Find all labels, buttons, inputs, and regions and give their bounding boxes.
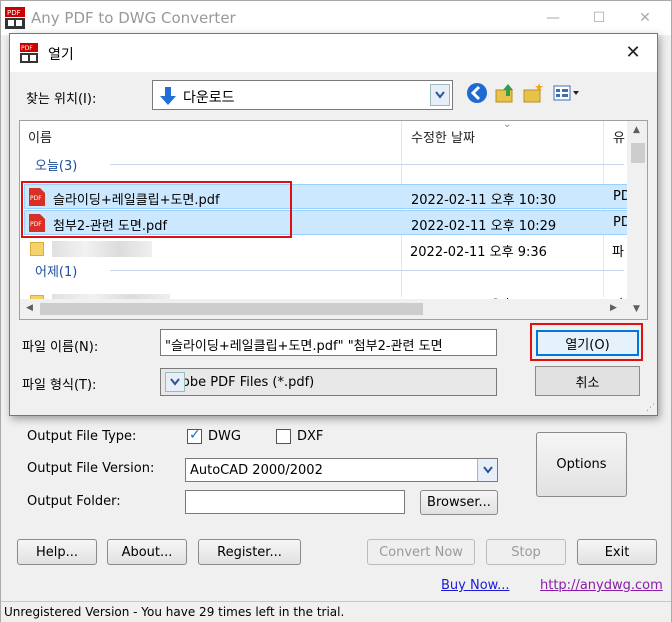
folder-icon bbox=[30, 242, 44, 256]
open-button-highlight-box bbox=[530, 323, 643, 361]
output-file-version-label: Output File Version: bbox=[27, 461, 155, 476]
dialog-app-icon: PDF bbox=[20, 43, 38, 63]
column-header-date[interactable]: 수정한 날짜 bbox=[411, 121, 475, 151]
stop-button[interactable]: Stop bbox=[486, 539, 566, 565]
cancel-button[interactable]: 취소 bbox=[535, 366, 640, 396]
column-header-type[interactable]: 유 bbox=[613, 121, 625, 151]
buy-now-link[interactable]: Buy Now... bbox=[441, 578, 510, 593]
file-name-value: "슬라이딩+레일클립+도면.pdf" "첨부2-관련 도면 bbox=[165, 339, 443, 354]
chevron-down-icon[interactable] bbox=[430, 84, 450, 106]
file-date: 2022-02-11 오후 10:30 bbox=[411, 193, 557, 208]
scroll-thumb[interactable] bbox=[40, 303, 423, 315]
file-name-label: 파일 이름(N): bbox=[22, 340, 99, 355]
file-type: 파 bbox=[612, 245, 624, 260]
convert-now-button[interactable]: Convert Now bbox=[367, 539, 475, 565]
group-divider bbox=[110, 270, 624, 271]
download-arrow-icon bbox=[160, 87, 176, 105]
look-in-label: 찾는 위치(I): bbox=[26, 92, 97, 107]
file-type-value: Adobe PDF Files (*.pdf) bbox=[165, 375, 315, 390]
svg-text:PDF: PDF bbox=[7, 9, 21, 17]
selection-highlight-box bbox=[21, 181, 292, 238]
dialog-title: 열기 bbox=[48, 47, 74, 63]
file-type-select[interactable]: Adobe PDF Files (*.pdf) bbox=[160, 368, 497, 396]
register-button[interactable]: Register... bbox=[198, 539, 301, 565]
exit-button[interactable]: Exit bbox=[577, 539, 657, 565]
about-button[interactable]: About... bbox=[107, 539, 187, 565]
column-header-name[interactable]: 이름 bbox=[28, 121, 52, 151]
group-divider bbox=[110, 164, 624, 165]
sort-chevron-icon: ⌄ bbox=[503, 120, 512, 130]
output-file-version-select[interactable]: AutoCAD 2000/2002 bbox=[185, 458, 498, 482]
file-name-input[interactable]: "슬라이딩+레일클립+도면.pdf" "첨부2-관련 도면 bbox=[160, 329, 497, 356]
status-text: Unregistered Version - You have 29 times… bbox=[4, 605, 345, 619]
up-folder-icon[interactable] bbox=[494, 82, 516, 104]
file-date: 2022-02-11 오후 9:36 bbox=[410, 245, 547, 260]
file-row[interactable]: 2022-02-11 오후 9:36 파 bbox=[24, 237, 628, 262]
redacted-file-name bbox=[52, 241, 152, 257]
chevron-down-icon[interactable] bbox=[477, 459, 497, 481]
view-menu-icon[interactable] bbox=[552, 82, 582, 104]
file-list[interactable]: 이름 수정한 날짜 ⌄ 유 오늘(3) PDF 슬라이딩+레일클립+도면.pdf 2… bbox=[19, 120, 648, 320]
app-title: Any PDF to DWG Converter bbox=[31, 9, 236, 27]
look-in-select[interactable]: 다운로드 bbox=[152, 80, 453, 110]
dxf-checkbox[interactable] bbox=[276, 429, 291, 444]
group-header-yesterday[interactable]: 어제(1) bbox=[35, 261, 77, 280]
group-header-today[interactable]: 오늘(3) bbox=[35, 155, 77, 174]
horizontal-scrollbar[interactable]: ◀ ▶ bbox=[20, 299, 627, 319]
scroll-right-icon[interactable]: ▶ bbox=[610, 303, 617, 313]
dwg-label[interactable]: DWG bbox=[208, 429, 241, 444]
scroll-down-icon[interactable]: ▼ bbox=[633, 304, 640, 314]
status-bar: Unregistered Version - You have 29 times… bbox=[1, 601, 671, 622]
scroll-up-icon[interactable]: ▲ bbox=[633, 125, 640, 135]
look-in-value: 다운로드 bbox=[183, 90, 235, 106]
dialog-titlebar[interactable]: PDF 열기 ✕ bbox=[10, 34, 657, 72]
vertical-scrollbar[interactable]: ▲ ▼ bbox=[627, 121, 647, 319]
new-folder-icon[interactable] bbox=[522, 82, 544, 104]
app-titlebar[interactable]: PDF Any PDF to DWG Converter — ☐ ✕ bbox=[1, 1, 671, 35]
browser-button[interactable]: Browser... bbox=[420, 490, 498, 515]
svg-text:PDF: PDF bbox=[21, 45, 33, 52]
dialog-close-button[interactable]: ✕ bbox=[620, 42, 646, 66]
back-icon[interactable] bbox=[466, 82, 488, 104]
output-file-version-value: AutoCAD 2000/2002 bbox=[190, 463, 323, 478]
close-button[interactable]: ✕ bbox=[625, 5, 665, 31]
scroll-left-icon[interactable]: ◀ bbox=[26, 303, 33, 313]
output-folder-label: Output Folder: bbox=[27, 494, 121, 509]
minimize-button[interactable]: — bbox=[533, 5, 573, 31]
resize-grip-icon[interactable]: ⋰ bbox=[646, 403, 655, 413]
app-logo-icon: PDF bbox=[5, 7, 25, 29]
help-button[interactable]: Help... bbox=[17, 539, 97, 565]
maximize-button[interactable]: ☐ bbox=[579, 5, 619, 31]
dxf-label[interactable]: DXF bbox=[297, 429, 323, 444]
file-date: 2022-02-11 오후 10:29 bbox=[411, 219, 557, 234]
website-link[interactable]: http://anydwg.com bbox=[540, 578, 663, 593]
scroll-thumb[interactable] bbox=[631, 143, 645, 163]
dwg-checkbox[interactable] bbox=[187, 427, 202, 444]
open-file-dialog: PDF 열기 ✕ 찾는 위치(I): 다운로드 이름 수정한 날짜 ⌄ 유 오늘… bbox=[9, 33, 658, 416]
file-type-label: 파일 형식(T): bbox=[22, 378, 97, 393]
output-folder-input[interactable] bbox=[185, 490, 405, 514]
options-button[interactable]: Options bbox=[536, 432, 627, 497]
chevron-down-icon[interactable] bbox=[165, 372, 185, 392]
output-file-type-label: Output File Type: bbox=[27, 429, 137, 444]
